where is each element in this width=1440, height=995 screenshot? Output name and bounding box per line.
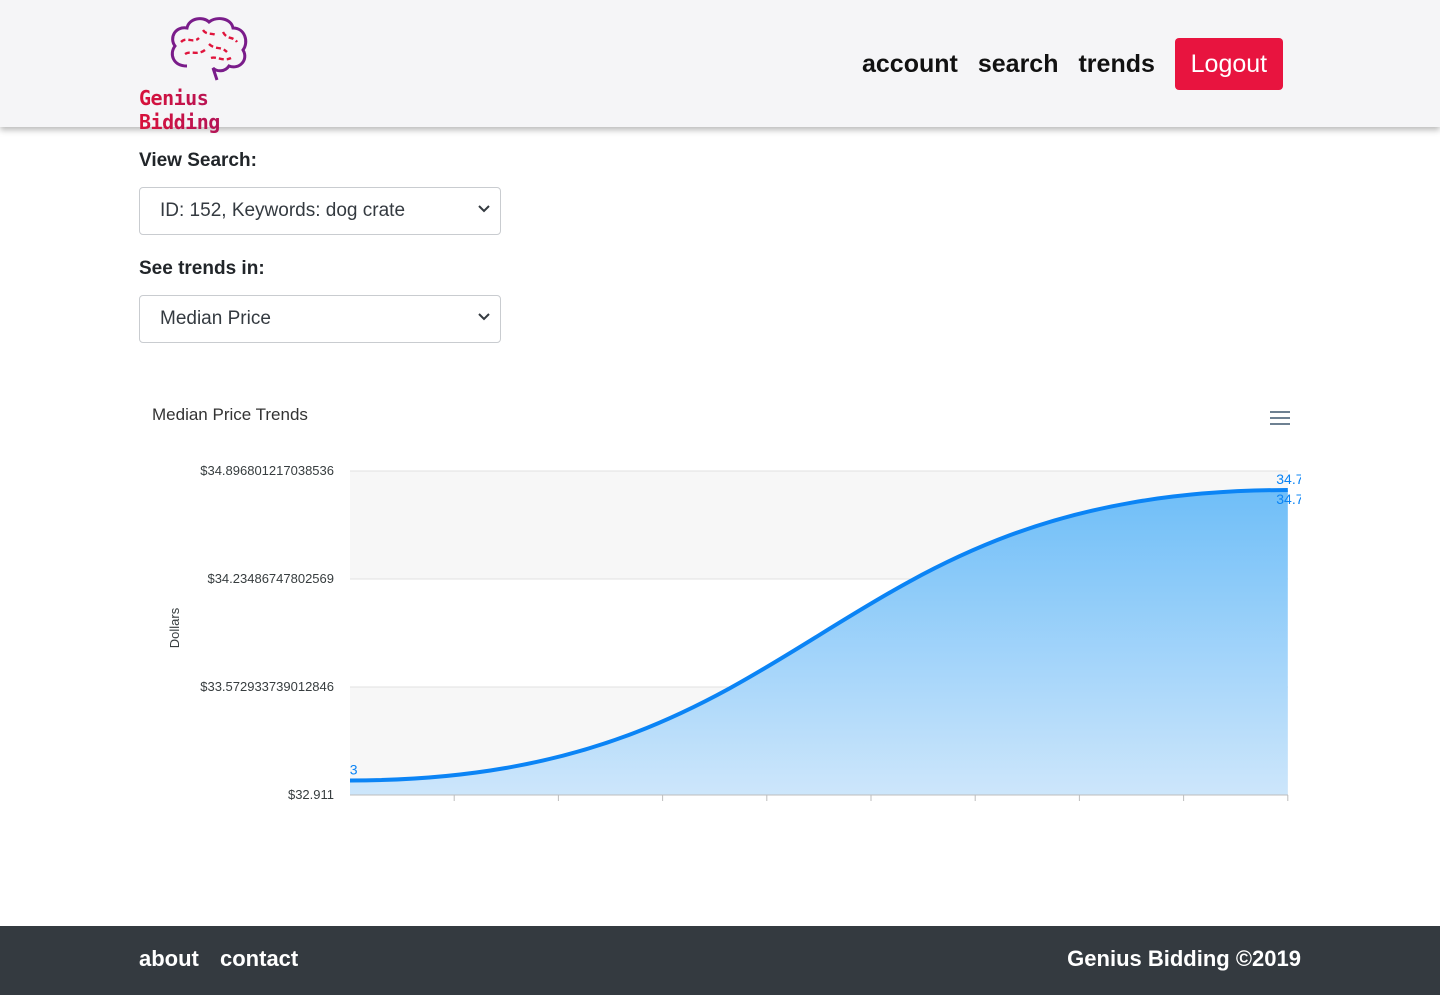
plot-band xyxy=(350,687,1288,795)
trends-metric-select[interactable]: Median Price xyxy=(139,295,501,343)
chart-title: Median Price Trends xyxy=(152,405,308,424)
footer-contact-link[interactable]: contact xyxy=(220,946,298,972)
x-tick-label: 02 Dec xyxy=(849,813,893,829)
x-tick-label: 30 Nov xyxy=(640,813,684,829)
navbar: Genius Bidding account search trends Log… xyxy=(0,0,1440,134)
nav-links: account search trends Logout xyxy=(862,38,1283,90)
chevron-down-icon xyxy=(478,313,490,321)
y-tick-label: $32.911 xyxy=(288,787,334,802)
footer-about-link[interactable]: about xyxy=(139,946,199,972)
x-tick-label: 29 Nov xyxy=(536,813,580,829)
nav-account-link[interactable]: account xyxy=(862,38,958,90)
logo-text: Genius Bidding xyxy=(139,86,299,134)
x-tick-label: Dec '19 xyxy=(743,813,792,829)
data-label: 33 xyxy=(342,761,358,777)
view-search-label: View Search: xyxy=(139,150,257,171)
plot-band xyxy=(350,471,1288,579)
trends-metric-value: Median Price xyxy=(160,308,271,329)
brain-icon xyxy=(170,17,248,81)
logo[interactable]: Genius Bidding xyxy=(139,14,299,134)
y-tick-label: $33.572933739012846 xyxy=(200,679,334,694)
x-tick-label: 28 Nov xyxy=(432,813,476,829)
see-trends-label: See trends in: xyxy=(139,258,265,279)
y-tick-label: $34.23486747802569 xyxy=(207,571,334,586)
x-tick-label: 05 Dec xyxy=(1161,813,1205,829)
series-area xyxy=(350,490,1288,795)
series-line xyxy=(349,488,1288,783)
x-tick-label: 06 Dec xyxy=(1266,813,1310,829)
view-search-value: ID: 152, Keywords: dog crate xyxy=(160,200,406,221)
nav-trends-link[interactable]: trends xyxy=(1078,38,1154,90)
y-tick-label: $34.896801217038536 xyxy=(200,463,334,478)
data-label: 34.78 xyxy=(1276,491,1311,507)
view-search-select[interactable]: ID: 152, Keywords: dog crate xyxy=(139,187,501,235)
y-axis-title: Dollars xyxy=(167,607,182,648)
footer-copyright: Genius Bidding ©2019 xyxy=(1067,946,1301,971)
nav-search-link[interactable]: search xyxy=(978,38,1059,90)
footer: about contact Genius Bidding ©2019 xyxy=(0,926,1440,995)
x-tick-label: 03 Dec xyxy=(953,813,997,829)
chevron-down-icon xyxy=(478,205,490,213)
x-tick-label: 04 Dec xyxy=(1057,813,1101,829)
hamburger-menu-icon[interactable] xyxy=(1270,411,1290,427)
data-label: 34.78 xyxy=(1276,471,1311,487)
logout-button[interactable]: Logout xyxy=(1174,38,1283,90)
